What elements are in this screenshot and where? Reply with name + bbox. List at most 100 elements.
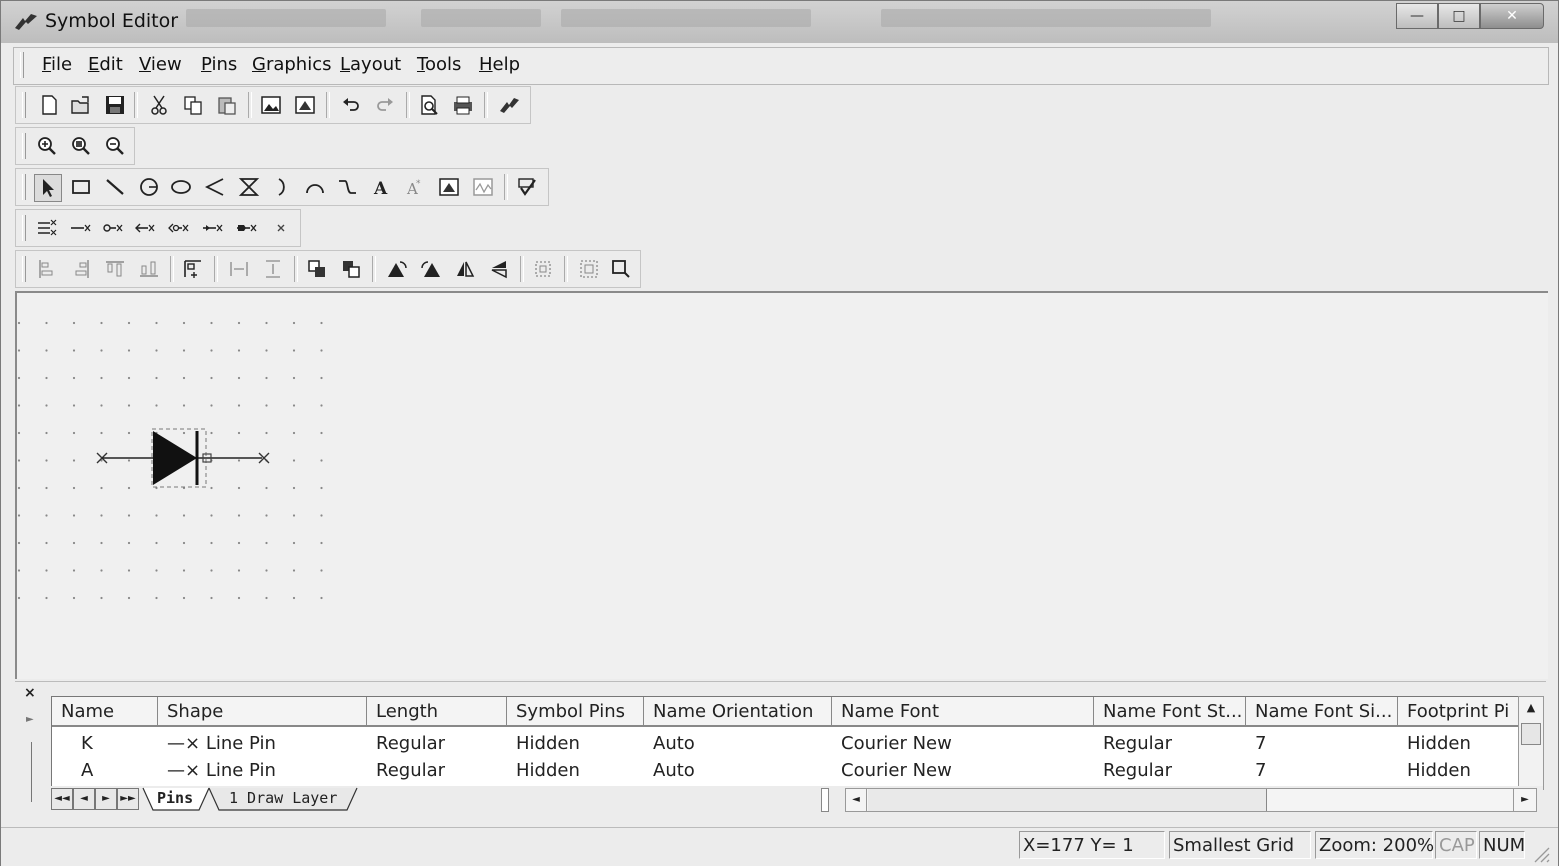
dot-clock-pin-button[interactable] xyxy=(166,215,192,241)
new-button[interactable] xyxy=(36,92,62,118)
panel-expand-icon[interactable]: ► xyxy=(26,714,34,725)
scroll-right-icon[interactable]: ► xyxy=(1513,789,1536,811)
scroll-thumb[interactable] xyxy=(1521,723,1541,745)
paste-button[interactable] xyxy=(214,92,240,118)
clock-pin-button[interactable] xyxy=(132,215,158,241)
image-tool-button[interactable] xyxy=(436,174,462,200)
diode-symbol[interactable] xyxy=(87,423,287,493)
drawing-canvas[interactable] xyxy=(15,291,1548,679)
splitter-handle[interactable] xyxy=(821,788,829,812)
line-tool-button[interactable] xyxy=(102,174,128,200)
menu-edit[interactable]: Edit xyxy=(88,54,123,75)
align-grid-button[interactable] xyxy=(180,256,206,282)
column-header-footprint-pin[interactable]: Footprint Pi xyxy=(1398,697,1518,727)
cut-button[interactable] xyxy=(146,92,172,118)
cell-name-font-style[interactable]: Regular xyxy=(1094,757,1246,784)
column-header-name-font-style[interactable]: Name Font St... xyxy=(1094,697,1246,727)
toolbar-grip[interactable] xyxy=(22,174,26,200)
cell-shape[interactable]: —× Line Pin xyxy=(158,730,367,757)
menu-file[interactable]: File xyxy=(42,54,72,75)
redo-button[interactable] xyxy=(372,92,398,118)
fit-button[interactable] xyxy=(608,256,634,282)
menu-pins[interactable]: Pins xyxy=(201,54,237,75)
toolbar-grip[interactable] xyxy=(22,215,26,241)
input-pin-button[interactable] xyxy=(200,215,226,241)
cell-name-font-size[interactable]: 7 xyxy=(1246,757,1398,784)
scroll-thumb[interactable] xyxy=(868,789,1267,811)
align-left-button[interactable] xyxy=(34,256,60,282)
arc-tool-button[interactable] xyxy=(270,174,296,200)
open-button[interactable] xyxy=(68,92,94,118)
align-top-button[interactable] xyxy=(102,256,128,282)
zoom-in-button[interactable] xyxy=(34,133,60,159)
align-bottom-button[interactable] xyxy=(136,256,162,282)
column-header-name[interactable]: Name xyxy=(52,697,158,727)
select-tool-button[interactable] xyxy=(34,174,62,202)
waveform-tool-button[interactable] xyxy=(470,174,496,200)
rectangle-tool-button[interactable] xyxy=(68,174,94,200)
menu-layout[interactable]: Layout xyxy=(340,54,401,75)
cell-symbol-pins[interactable]: Hidden xyxy=(507,757,644,784)
scroll-left-icon[interactable]: ◄ xyxy=(846,789,867,811)
text-tool-button[interactable]: A xyxy=(368,174,394,200)
semicircle-tool-button[interactable] xyxy=(302,174,328,200)
pin-array-button[interactable] xyxy=(34,215,60,241)
cell-name-orientation[interactable]: Auto xyxy=(644,757,832,784)
zoom-out-button[interactable] xyxy=(102,133,128,159)
undo-button[interactable] xyxy=(338,92,364,118)
cell-name-font-style[interactable]: Regular xyxy=(1094,730,1246,757)
symbol-properties-button[interactable] xyxy=(292,92,318,118)
scroll-up-icon[interactable]: ▲ xyxy=(1519,697,1543,719)
cell-symbol-pins[interactable]: Hidden xyxy=(507,730,644,757)
menubar-grip[interactable] xyxy=(20,52,24,78)
dot-pin-button[interactable] xyxy=(100,215,126,241)
ellipse-tool-button[interactable] xyxy=(168,174,194,200)
column-header-name-font[interactable]: Name Font xyxy=(832,697,1094,727)
column-header-name-orientation[interactable]: Name Orientation xyxy=(644,697,832,727)
text-style-button[interactable]: A * xyxy=(402,174,428,200)
save-button[interactable] xyxy=(102,92,128,118)
cell-name-orientation[interactable]: Auto xyxy=(644,730,832,757)
bezier-tool-button[interactable] xyxy=(334,174,360,200)
toolbar-grip[interactable] xyxy=(22,92,26,118)
align-right-button[interactable] xyxy=(68,256,94,282)
cell-footprint-pin[interactable]: Hidden xyxy=(1398,757,1518,784)
tab-pins[interactable]: Pins xyxy=(157,789,193,807)
first-tab-button[interactable]: ◄◄ xyxy=(51,788,73,810)
column-header-shape[interactable]: Shape xyxy=(158,697,367,727)
space-vertical-button[interactable] xyxy=(260,256,286,282)
ungroup-button[interactable] xyxy=(576,256,602,282)
polygon-tool-button[interactable] xyxy=(236,174,262,200)
toolbar-grip[interactable] xyxy=(22,256,26,282)
resize-grip-icon[interactable] xyxy=(1531,844,1551,864)
title-bar[interactable]: Symbol Editor — □ ✕ xyxy=(1,1,1558,43)
rotate-right-button[interactable] xyxy=(418,256,444,282)
space-horizontal-button[interactable] xyxy=(226,256,252,282)
zoom-window-button[interactable] xyxy=(68,133,94,159)
send-back-button[interactable] xyxy=(338,256,364,282)
cell-name[interactable]: K xyxy=(72,730,152,757)
copy-button[interactable] xyxy=(180,92,206,118)
polyline-tool-button[interactable] xyxy=(202,174,228,200)
next-tab-button[interactable]: ► xyxy=(95,788,117,810)
tab-draw-layer[interactable]: 1 Draw Layer xyxy=(229,789,337,807)
cell-name-font[interactable]: Courier New xyxy=(832,757,1094,784)
cell-name[interactable]: A xyxy=(72,757,152,784)
cell-name-font-size[interactable]: 7 xyxy=(1246,730,1398,757)
panel-close-icon[interactable]: × xyxy=(24,685,36,701)
no-connect-button[interactable] xyxy=(268,215,294,241)
cell-length[interactable]: Regular xyxy=(367,730,507,757)
last-tab-button[interactable]: ►► xyxy=(117,788,139,810)
column-header-name-font-size[interactable]: Name Font Si... xyxy=(1246,697,1398,727)
bring-front-button[interactable] xyxy=(304,256,330,282)
menu-tools[interactable]: Tools xyxy=(417,54,461,75)
check-symbol-button[interactable] xyxy=(514,174,540,200)
group-button[interactable] xyxy=(530,256,556,282)
column-header-length[interactable]: Length xyxy=(367,697,507,727)
cell-footprint-pin[interactable]: Hidden xyxy=(1398,730,1518,757)
wizard-button[interactable] xyxy=(496,92,522,118)
horizontal-scrollbar[interactable]: ◄ ► xyxy=(845,788,1537,812)
print-preview-button[interactable] xyxy=(416,92,442,118)
menu-graphics[interactable]: Graphics xyxy=(252,54,332,75)
vertical-scrollbar[interactable]: ▲ xyxy=(1518,696,1544,790)
